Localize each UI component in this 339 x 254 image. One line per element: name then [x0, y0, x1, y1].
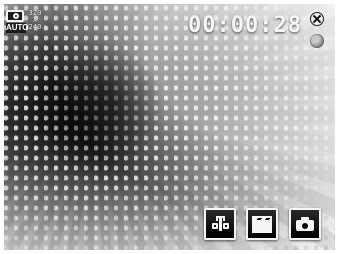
camera-button[interactable]	[289, 208, 321, 240]
top-left-osd: AUTO 320 X 240	[6, 10, 42, 38]
resolution-height: 240	[28, 23, 42, 31]
auto-badge: AUTO	[6, 23, 29, 33]
tools-icon	[206, 210, 234, 238]
close-icon[interactable]	[310, 12, 324, 26]
camera-icon	[291, 210, 319, 238]
camera-viewfinder	[4, 4, 335, 250]
recording-timer: 00:00:28	[188, 13, 302, 38]
clapperboard-icon	[248, 210, 276, 238]
scene-button[interactable]	[246, 208, 278, 240]
eye-icon	[6, 10, 24, 22]
status-dot	[310, 34, 324, 48]
resolution-indicator: 320 X 240	[28, 10, 42, 31]
settings-button[interactable]	[204, 208, 236, 240]
